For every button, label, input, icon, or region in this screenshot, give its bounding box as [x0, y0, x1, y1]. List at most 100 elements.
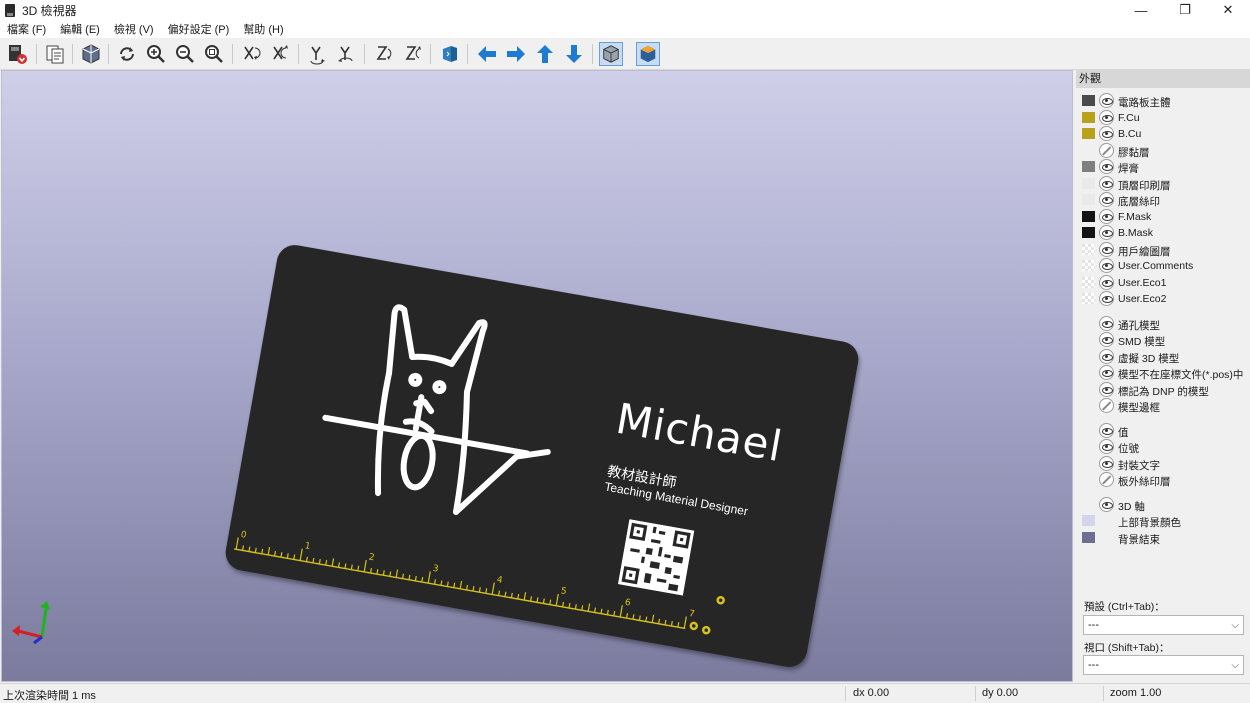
layer-row-1[interactable]: F.Cu [1076, 109, 1250, 126]
color-swatch[interactable] [1082, 111, 1095, 123]
preset-select[interactable]: --- ⌵ [1083, 615, 1244, 635]
misc-row-0[interactable]: 3D 軸 [1076, 496, 1250, 513]
pan-right-button[interactable] [504, 42, 528, 66]
minimize-button[interactable]: — [1118, 0, 1164, 20]
model-row-5[interactable]: 模型邊框 [1076, 398, 1250, 414]
rotate-y-cw-button[interactable] [306, 42, 330, 66]
text-row-1[interactable]: 位號 [1076, 439, 1250, 455]
zoom-fit-button[interactable] [202, 42, 226, 66]
rotate-z-cw-button[interactable] [372, 42, 396, 66]
viewport-select[interactable]: --- ⌵ [1083, 655, 1244, 675]
visibility-on-icon[interactable] [1099, 109, 1114, 125]
render-mode-button[interactable] [79, 42, 103, 66]
text-row-3[interactable]: 板外絲印層 [1076, 472, 1250, 488]
layer-row-7[interactable]: F.Mask [1076, 208, 1250, 225]
menu-file[interactable]: 檔案 (F) [0, 21, 53, 37]
visibility-on-icon[interactable] [1099, 225, 1114, 240]
visibility-on-icon[interactable] [1099, 439, 1114, 454]
ruler-tick [433, 579, 437, 585]
export-image-button[interactable] [5, 42, 29, 66]
color-swatch[interactable] [1082, 243, 1095, 255]
layer-row-8[interactable]: B.Mask [1076, 225, 1250, 241]
color-swatch[interactable] [1082, 210, 1095, 222]
ruler-tick [530, 596, 533, 602]
pan-up-button[interactable] [533, 42, 557, 66]
layer-row-2[interactable]: B.Cu [1076, 126, 1250, 142]
color-swatch[interactable] [1082, 276, 1095, 288]
color-swatch[interactable] [1082, 260, 1095, 271]
maximize-button[interactable]: ❐ [1162, 0, 1208, 20]
menu-preferences[interactable]: 偏好設定 (P) [161, 21, 237, 37]
visibility-on-icon[interactable] [1099, 291, 1114, 306]
visibility-on-icon[interactable] [1099, 422, 1114, 438]
menu-edit[interactable]: 編輯 (E) [53, 21, 107, 37]
model-row-1[interactable]: SMD 模型 [1076, 332, 1250, 348]
visibility-on-icon[interactable] [1099, 175, 1114, 191]
misc-row-1[interactable]: 上部背景顏色 [1076, 513, 1250, 529]
visibility-on-icon[interactable] [1099, 315, 1114, 331]
visibility-on-icon[interactable] [1099, 208, 1114, 224]
color-swatch[interactable] [1082, 515, 1095, 526]
layer-row-9[interactable]: 用戶繪圖層 [1076, 241, 1250, 258]
rotate-x-ccw-button[interactable] [269, 42, 293, 66]
raytrace-button[interactable] [636, 42, 660, 66]
visibility-on-icon[interactable] [1099, 159, 1114, 174]
visibility-on-icon[interactable] [1099, 455, 1114, 471]
color-swatch[interactable] [1082, 128, 1095, 139]
visibility-on-icon[interactable] [1099, 93, 1114, 108]
visibility-on-icon[interactable] [1099, 348, 1114, 364]
color-swatch[interactable] [1082, 227, 1095, 238]
layer-row-10[interactable]: User.Comments [1076, 258, 1250, 274]
pan-down-button[interactable] [562, 42, 586, 66]
copy-to-clipboard-button[interactable] [43, 42, 67, 66]
menu-help[interactable]: 幫助 (H) [236, 21, 290, 37]
text-row-0[interactable]: 值 [1076, 422, 1250, 439]
zoom-out-button[interactable] [173, 42, 197, 66]
layer-row-0[interactable]: 電路板主體 [1076, 93, 1250, 109]
render-time-status: 上次渲染時間 1 ms [3, 690, 96, 702]
visibility-off-icon[interactable] [1099, 142, 1114, 158]
color-swatch[interactable] [1082, 95, 1095, 106]
rotate-z-ccw-button[interactable] [401, 42, 425, 66]
color-swatch[interactable] [1082, 161, 1095, 172]
menu-view[interactable]: 檢視 (V) [107, 21, 161, 37]
misc-row-2[interactable]: 背景結束 [1076, 530, 1250, 546]
model-row-2[interactable]: 虛擬 3D 模型 [1076, 348, 1250, 365]
visibility-on-icon[interactable] [1099, 241, 1114, 257]
zoom-fit-icon [205, 45, 223, 63]
text-row-2[interactable]: 封裝文字 [1076, 455, 1250, 472]
visibility-on-icon[interactable] [1099, 274, 1114, 290]
rotate-y-ccw-button[interactable] [335, 42, 359, 66]
model-row-4[interactable]: 標記為 DNP 的模型 [1076, 381, 1250, 398]
layer-row-3[interactable]: 膠黏層 [1076, 142, 1250, 159]
pan-left-button[interactable] [475, 42, 499, 66]
color-swatch[interactable] [1082, 293, 1095, 304]
visibility-on-icon[interactable] [1099, 192, 1114, 207]
color-swatch[interactable] [1082, 177, 1095, 189]
model-row-0[interactable]: 通孔模型 [1076, 315, 1250, 332]
rotate-x-cw-button[interactable] [240, 42, 264, 66]
close-button[interactable]: ✕ [1205, 0, 1250, 20]
visibility-off-icon[interactable] [1099, 472, 1114, 487]
visibility-off-icon[interactable] [1099, 398, 1114, 413]
ruler-tick [510, 592, 513, 598]
layer-row-12[interactable]: User.Eco2 [1076, 291, 1250, 307]
3d-viewport[interactable]: Michael 教材設計師 Teaching Material Designer [1, 70, 1073, 682]
visibility-on-icon[interactable] [1099, 381, 1114, 397]
model-row-3[interactable]: 模型不在座標文件(*.pos)中 [1076, 365, 1250, 381]
visibility-on-icon[interactable] [1099, 496, 1114, 512]
reload-button[interactable] [115, 42, 139, 66]
zoom-in-button[interactable] [144, 42, 168, 66]
layer-row-11[interactable]: User.Eco1 [1076, 274, 1250, 291]
visibility-on-icon[interactable] [1099, 332, 1114, 347]
orthographic-button[interactable] [599, 42, 623, 66]
layer-row-4[interactable]: 焊膏 [1076, 159, 1250, 175]
layer-row-6[interactable]: 底層絲印 [1076, 192, 1250, 208]
visibility-on-icon[interactable] [1099, 126, 1114, 141]
color-swatch[interactable] [1082, 531, 1095, 543]
flip-board-button[interactable] [438, 42, 462, 66]
visibility-on-icon[interactable] [1099, 365, 1114, 380]
layer-row-5[interactable]: 頂層印刷層 [1076, 175, 1250, 192]
visibility-on-icon[interactable] [1099, 258, 1114, 273]
color-swatch[interactable] [1082, 194, 1095, 205]
